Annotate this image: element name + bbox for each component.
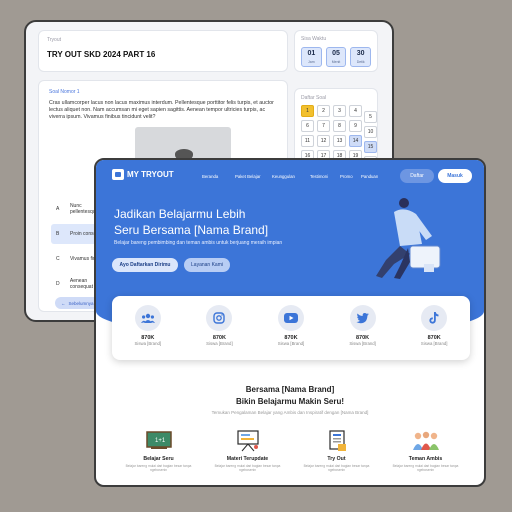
timer-seconds: 30 Detik [350, 47, 372, 67]
stat-tiktok: 870K Siswa [Brand] [404, 305, 464, 346]
nav-item-paket-belajar[interactable]: Paket Belajar [235, 174, 272, 179]
services-button[interactable]: Layanan Kami [184, 258, 230, 272]
landing-window: MY TRYOUT Beranda Paket Belajar Keunggul… [94, 158, 486, 487]
question-button[interactable]: 8 [333, 120, 346, 132]
nav-menu: Beranda Paket Belajar Keunggulan Testimo… [202, 174, 387, 179]
brand-logo[interactable]: MY TRYOUT [112, 169, 174, 180]
tiktok-icon[interactable] [421, 305, 448, 331]
twitter-icon[interactable] [349, 305, 376, 331]
nav-item-testimoni[interactable]: Testimoni [310, 174, 340, 179]
nav-item-keunggulan[interactable]: Keunggulan [272, 174, 310, 179]
question-button[interactable]: 10 [364, 126, 377, 138]
login-button[interactable]: Masuk [438, 169, 472, 183]
question-button[interactable]: 15 [364, 141, 377, 153]
nav-item-panduan[interactable]: Panduan [361, 174, 387, 179]
exam-paper-icon [297, 430, 377, 452]
section-subtitle: Temukan Pengalaman Belajar yang Ambis da… [211, 410, 369, 415]
question-text: Cras ullamcorper lacus non lacus maximus… [49, 100, 274, 120]
features-list: 1+1 Belajar Seru Belajar bareng mulai da… [114, 430, 470, 472]
arrow-left-icon: ← [61, 300, 66, 306]
timer-card: Sisa Waktu 01 Jam 05 Menit 30 Detik [294, 30, 378, 72]
timer-minutes: 05 Menit [325, 47, 347, 67]
register-button[interactable]: Daftar [400, 169, 434, 183]
youtube-icon[interactable] [277, 305, 304, 331]
friends-group-icon [386, 430, 466, 452]
question-number: Soal Nomor 1 [49, 89, 80, 95]
stats-card: 870K Siswa [Brand] 870K Siswa [Brand] 87… [112, 296, 470, 360]
feature-try-out: Try Out Belajar bareng mulai dari bagian… [297, 430, 377, 472]
student-illustration [376, 198, 441, 279]
question-button[interactable]: 5 [364, 111, 377, 123]
feature-materi-terupdate: Materi Terupdate Belajar bareng mulai da… [208, 430, 288, 472]
presentation-board-icon [208, 430, 288, 452]
stat-instagram: 870K Siswa [Brand] [189, 305, 249, 346]
question-button[interactable]: 13 [333, 135, 346, 147]
question-button[interactable]: 2 [317, 105, 330, 117]
question-grid-label: Daftar Soal [301, 95, 327, 101]
question-button[interactable]: 12 [317, 135, 330, 147]
question-button[interactable]: 14 [349, 135, 362, 147]
signup-cta-button[interactable]: Ayo Daftarkan Dirimu [112, 258, 178, 272]
feature-teman-ambis: Teman Ambis Belajar bareng mulai dari ba… [386, 430, 466, 472]
chalkboard-icon: 1+1 [119, 430, 199, 452]
timer-label: Sisa Waktu [301, 36, 327, 42]
users-icon[interactable] [134, 305, 161, 331]
timer-hours: 01 Jam [301, 47, 322, 67]
stat-users: 870K Siswa [Brand] [118, 305, 178, 346]
question-grid: 1 2 3 4 6 7 8 9 11 12 13 14 16 17 18 19 [301, 105, 371, 162]
feature-belajar-seru: 1+1 Belajar Seru Belajar bareng mulai da… [119, 430, 199, 472]
logo-icon [112, 169, 124, 180]
nav-item-promo[interactable]: Promo [340, 174, 361, 179]
question-button[interactable]: 3 [333, 105, 346, 117]
question-button[interactable]: 7 [317, 120, 330, 132]
question-button[interactable]: 6 [301, 120, 314, 132]
section-title: Bersama [Nama Brand] Bikin Belajarmu Mak… [235, 385, 345, 406]
nav-item-beranda[interactable]: Beranda [202, 174, 235, 179]
question-button[interactable]: 9 [349, 120, 362, 132]
question-button[interactable]: 4 [349, 105, 362, 117]
question-button[interactable]: 11 [301, 135, 314, 147]
hero-title: Jadikan Belajarmu Lebih Seru Bersama [Na… [114, 207, 269, 237]
tryout-label: Tryout [47, 37, 61, 43]
svg-text:1+1: 1+1 [155, 438, 166, 444]
page-title: TRY OUT SKD 2024 PART 16 [47, 50, 156, 59]
hero-subtitle: Belajar bareng pembimbing dan teman ambi… [114, 240, 283, 246]
stat-youtube: 870K Siswa [Brand] [261, 305, 321, 346]
stat-twitter: 870K Siswa [Brand] [333, 305, 393, 346]
instagram-icon[interactable] [206, 305, 233, 331]
question-button[interactable]: 1 [301, 105, 314, 117]
tryout-title-card: Tryout TRY OUT SKD 2024 PART 16 [38, 30, 288, 72]
